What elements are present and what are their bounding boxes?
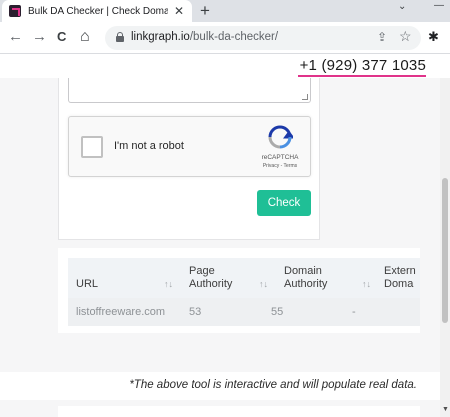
share-icon[interactable]: ⇪ <box>377 30 387 44</box>
recaptcha-privacy-terms[interactable]: Privacy - Terms <box>249 163 311 169</box>
recaptcha-label: I'm not a robot <box>114 140 184 152</box>
web-page: +1 (929) 377 1035 I'm not a robot reCAPT… <box>0 55 450 417</box>
tab-title: Bulk DA Checker | Check Domain Authority <box>28 5 168 17</box>
column-header-domain-authority-line2[interactable]: Authority <box>284 278 327 291</box>
column-header-external-line1[interactable]: Extern <box>384 265 416 278</box>
table-row: listoffreeware.com 53 55 - <box>68 298 420 326</box>
top-bar: +1 (929) 377 1035 <box>0 55 440 78</box>
disclaimer-text: *The above tool is interactive and will … <box>129 379 417 391</box>
cell-domain-authority: 55 <box>271 306 284 318</box>
forward-icon[interactable]: → <box>32 28 47 46</box>
minimize-window-icon[interactable]: — <box>434 0 444 11</box>
checker-form: I'm not a robot reCAPTCHA Privacy - Term… <box>58 78 320 240</box>
recaptcha-widget: I'm not a robot reCAPTCHA Privacy - Term… <box>68 116 311 177</box>
resize-grip-icon[interactable] <box>302 94 308 100</box>
column-header-domain-authority-line1[interactable]: Domain <box>284 265 322 278</box>
sort-icon[interactable]: ↑↓ <box>362 279 371 289</box>
new-tab-button[interactable]: + <box>200 1 210 21</box>
recaptcha-checkbox[interactable] <box>81 136 103 158</box>
tab-search-icon[interactable]: ⌄ <box>398 1 406 12</box>
recaptcha-logo-icon <box>268 125 293 149</box>
column-header-page-authority-line2[interactable]: Authority <box>189 278 232 291</box>
cell-page-authority: 53 <box>189 306 202 318</box>
home-icon[interactable]: ⌂ <box>80 28 90 46</box>
extensions-icon[interactable]: ✱ <box>428 29 439 45</box>
cell-external: - <box>352 306 356 318</box>
sort-icon[interactable]: ↑↓ <box>164 279 173 289</box>
url-text[interactable]: linkgraph.io/bulk-da-checker/ <box>131 31 278 43</box>
check-button[interactable]: Check <box>257 190 311 216</box>
linkgraph-favicon-icon <box>9 5 21 17</box>
column-header-url[interactable]: URL <box>76 278 98 291</box>
reload-icon[interactable]: C <box>57 28 66 46</box>
column-header-page-authority-line1[interactable]: Page <box>189 265 215 278</box>
page-content: I'm not a robot reCAPTCHA Privacy - Term… <box>0 78 440 417</box>
browser-tab[interactable]: Bulk DA Checker | Check Domain Authority… <box>2 0 192 22</box>
scroll-down-arrow-icon[interactable]: ▼ <box>442 406 449 413</box>
phone-link[interactable]: +1 (929) 377 1035 <box>300 57 426 74</box>
page-scrollbar[interactable]: ▼ <box>440 78 450 417</box>
disclaimer-bar: *The above tool is interactive and will … <box>0 372 440 400</box>
phone-underline <box>298 75 426 77</box>
results-table: URL ↑↓ Page Authority ↑↓ Domain Authorit… <box>58 248 420 333</box>
address-bar[interactable]: linkgraph.io/bulk-da-checker/ ⇪ ☆ <box>105 26 421 50</box>
column-header-external-line2[interactable]: Doma <box>384 278 413 291</box>
tab-close-icon[interactable]: ✕ <box>174 4 184 18</box>
tab-strip: Bulk DA Checker | Check Domain Authority… <box>0 0 450 22</box>
cell-url: listoffreeware.com <box>76 306 166 318</box>
bookmark-star-icon[interactable]: ☆ <box>399 29 412 43</box>
lock-icon[interactable] <box>116 32 124 42</box>
recaptcha-brand: reCAPTCHA <box>261 154 299 161</box>
scrollbar-thumb[interactable] <box>442 178 448 323</box>
back-icon[interactable]: ← <box>8 28 23 46</box>
next-section-card <box>58 406 420 417</box>
table-header: URL ↑↓ Page Authority ↑↓ Domain Authorit… <box>68 258 420 298</box>
browser-toolbar: ← → C ⌂ linkgraph.io/bulk-da-checker/ ⇪ … <box>0 22 450 54</box>
sort-icon[interactable]: ↑↓ <box>259 279 268 289</box>
url-textarea[interactable] <box>68 78 311 103</box>
